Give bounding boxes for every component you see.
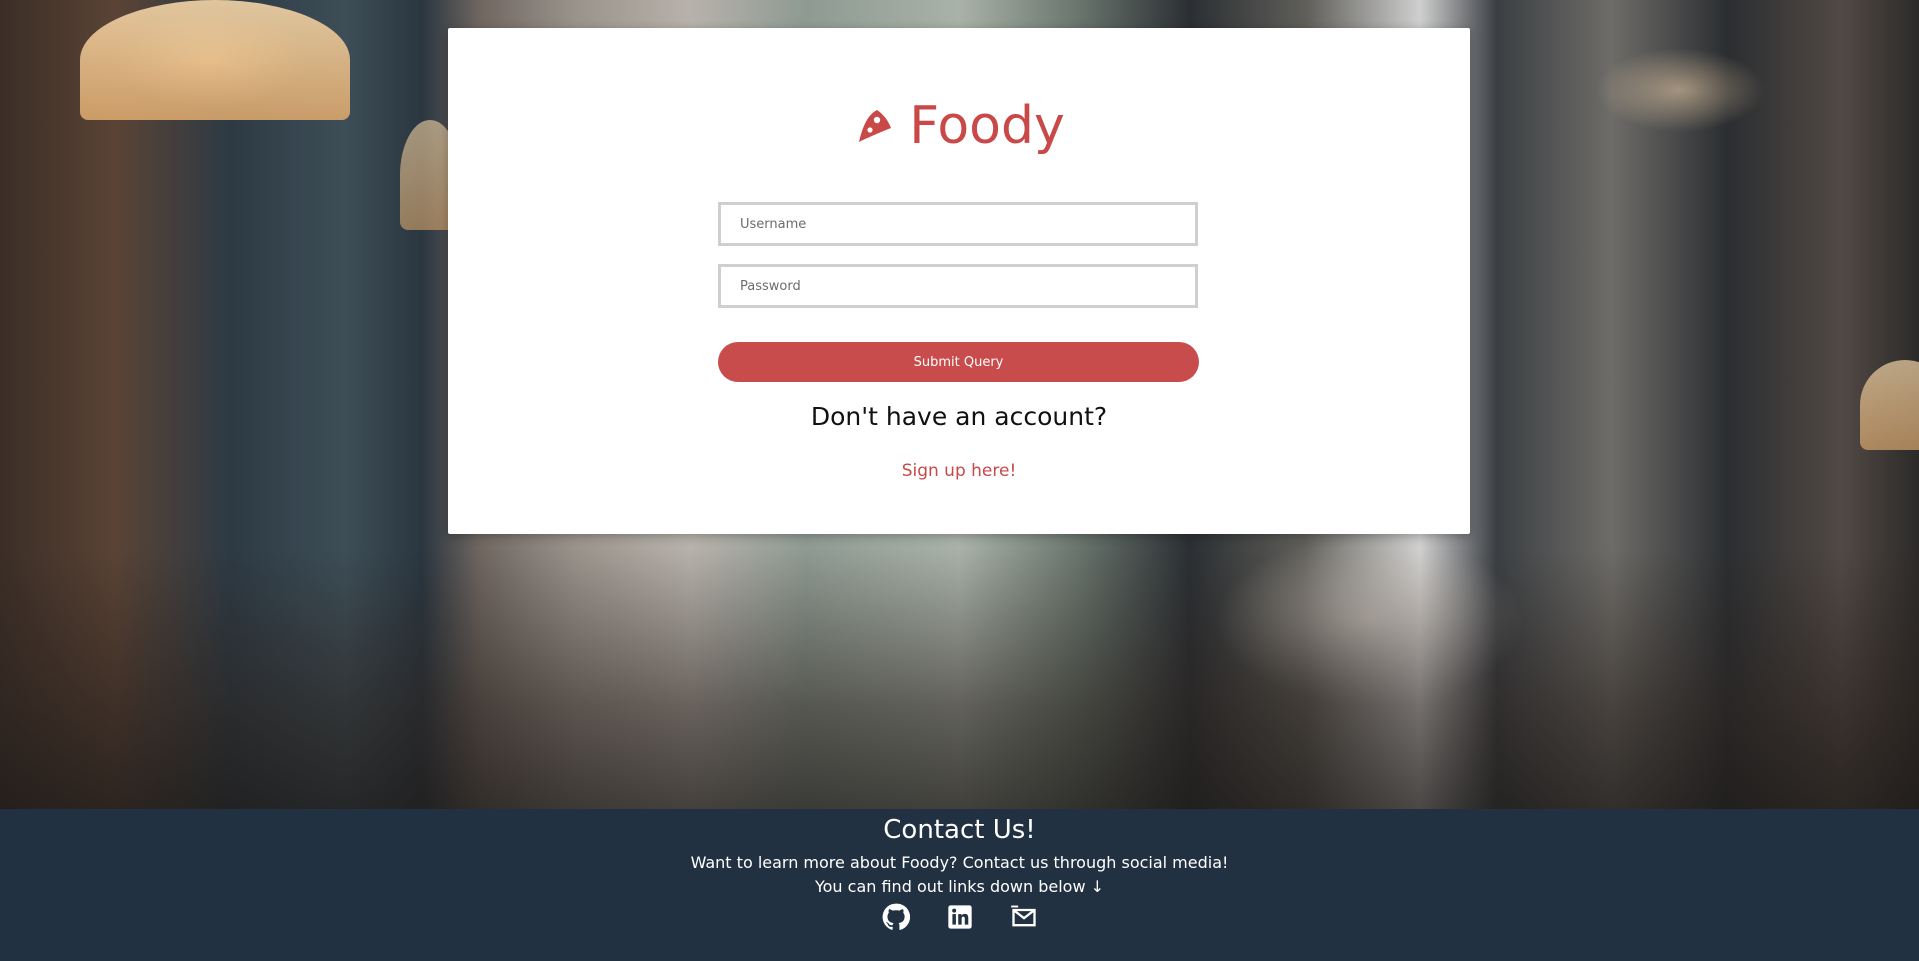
signup-link[interactable]: Sign up here! bbox=[448, 461, 1470, 481]
footer-title: Contact Us! bbox=[883, 815, 1036, 845]
pizza-slice-icon bbox=[859, 110, 892, 142]
no-account-heading: Don't have an account? bbox=[810, 402, 1108, 431]
footer: Contact Us! Want to learn more about Foo… bbox=[0, 809, 1919, 961]
login-card: Foody Submit Query Don't have an account… bbox=[448, 28, 1470, 534]
linkedin-icon bbox=[947, 905, 972, 929]
password-input[interactable] bbox=[718, 264, 1198, 308]
github-link[interactable] bbox=[882, 903, 910, 931]
pendant-lamp bbox=[1860, 360, 1919, 450]
pendant-lamp bbox=[80, 0, 350, 120]
footer-description: Want to learn more about Foody? Contact … bbox=[690, 853, 1229, 872]
username-input[interactable] bbox=[718, 202, 1198, 246]
mail-link[interactable] bbox=[1010, 903, 1038, 931]
social-links bbox=[0, 903, 1919, 931]
submit-button[interactable]: Submit Query bbox=[718, 342, 1199, 382]
github-icon bbox=[882, 903, 910, 930]
mail-icon bbox=[1010, 905, 1036, 927]
page: Foody Submit Query Don't have an account… bbox=[0, 0, 1919, 961]
linkedin-link[interactable] bbox=[946, 903, 974, 931]
footer-links-note: You can find out links down below ↓ bbox=[814, 877, 1105, 896]
brand-logo: Foody bbox=[448, 96, 1470, 156]
brand-name: Foody bbox=[909, 96, 1065, 156]
